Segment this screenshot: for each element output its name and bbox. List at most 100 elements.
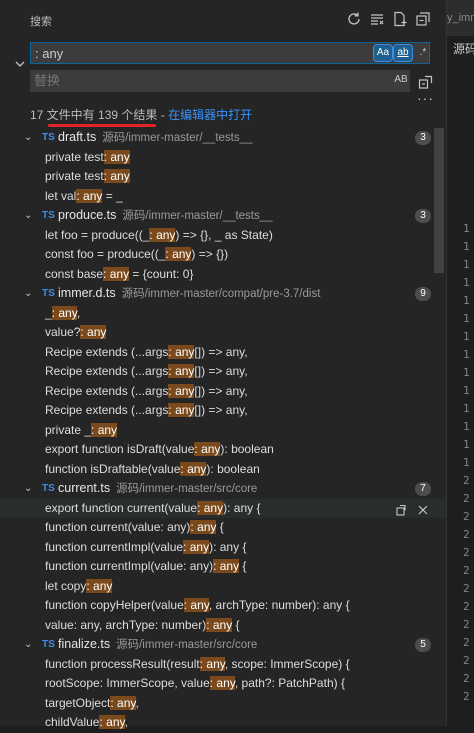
match-row[interactable]: const base: any = {count: 0} bbox=[0, 265, 446, 285]
file-row[interactable]: ⌄ TS immer.d.ts 源码/immer-master/compat/pre-… bbox=[0, 284, 446, 304]
match-row[interactable]: Recipe extends (...args: any[]) => any, bbox=[0, 401, 446, 421]
collapse-all-icon[interactable] bbox=[415, 11, 431, 27]
line-number: 2 bbox=[463, 528, 470, 541]
match-after: { bbox=[232, 617, 240, 632]
match-after: { bbox=[216, 520, 224, 534]
line-number: 2 bbox=[463, 510, 470, 523]
match-row[interactable]: Recipe extends (...args: any[]) => any, bbox=[0, 362, 446, 382]
line-number: 1 bbox=[463, 366, 470, 379]
match-text: function copyHelper(value: any, archType… bbox=[45, 596, 350, 616]
match-row[interactable]: _: any, bbox=[0, 304, 446, 324]
match-row[interactable]: function currentImpl(value: any): any { bbox=[0, 557, 446, 577]
match-row[interactable]: function current(value: any): any { bbox=[0, 518, 446, 538]
line-number: 1 bbox=[463, 330, 470, 343]
match-before: let foo = produce((_ bbox=[45, 227, 150, 242]
line-number: 2 bbox=[463, 690, 470, 703]
match-text: let foo = produce((_: any) => {}, _ as S… bbox=[45, 226, 273, 246]
match-before: private _ bbox=[45, 422, 92, 437]
match-before: function current(value: any) bbox=[45, 520, 191, 534]
match-row[interactable]: private _: any bbox=[0, 421, 446, 441]
chevron-down-icon[interactable]: ⌄ bbox=[24, 284, 32, 304]
match-case-toggle[interactable]: Aa bbox=[373, 44, 393, 62]
match-row[interactable]: targetObject: any, bbox=[0, 694, 446, 714]
match-whole-word-toggle[interactable]: ab bbox=[393, 44, 413, 62]
new-search-editor-icon[interactable] bbox=[392, 11, 408, 27]
match-text: private test: any bbox=[45, 167, 130, 187]
typescript-file-icon: TS bbox=[42, 210, 55, 221]
more-options-icon[interactable]: ··· bbox=[417, 90, 434, 106]
file-row[interactable]: ⌄ TS produce.ts 源码/immer-master/__tests__ 3 bbox=[0, 206, 446, 226]
match-before: childValue bbox=[45, 715, 100, 729]
match-highlight: : any bbox=[165, 247, 192, 261]
match-text: function processResult(result: any, scop… bbox=[45, 655, 350, 675]
match-after: ): boolean bbox=[220, 442, 274, 456]
match-before: _ bbox=[45, 305, 52, 320]
file-row[interactable]: ⌄ TS finalize.ts 源码/immer-master/src/core 5 bbox=[0, 635, 446, 655]
file-row[interactable]: ⌄ TS current.ts 源码/immer-master/src/core 7 bbox=[0, 479, 446, 499]
match-before: let copy bbox=[45, 578, 87, 593]
editor-breadcrumb[interactable]: 源码 bbox=[453, 40, 474, 57]
match-row[interactable]: export function current(value: any): any… bbox=[0, 498, 446, 518]
match-row[interactable]: childValue: any, bbox=[0, 713, 446, 733]
results-scrollbar[interactable] bbox=[434, 128, 444, 273]
match-row[interactable]: value: any, archType: number): any { bbox=[0, 616, 446, 636]
match-row[interactable]: const foo = produce((_: any) => {}) bbox=[0, 245, 446, 265]
search-input[interactable] bbox=[35, 43, 365, 63]
file-name: finalize.ts 源码/immer-master/src/core bbox=[58, 637, 258, 651]
match-row[interactable]: Recipe extends (...args: any[]) => any, bbox=[0, 382, 446, 402]
line-number: 2 bbox=[463, 546, 470, 559]
line-number: 1 bbox=[463, 384, 470, 397]
match-text: Recipe extends (...args: any[]) => any, bbox=[45, 343, 248, 363]
match-row[interactable]: rootScope: ImmerScope, value: any, path?… bbox=[0, 674, 446, 694]
file-row[interactable]: ⌄ TS draft.ts 源码/immer-master/__tests__ 3 bbox=[0, 128, 446, 148]
match-before: let val bbox=[45, 188, 77, 203]
match-row[interactable]: let foo = produce((_: any) => {}, _ as S… bbox=[0, 226, 446, 246]
match-text: value: any, archType: number): any { bbox=[45, 616, 240, 636]
refresh-icon[interactable] bbox=[346, 11, 362, 27]
match-highlight: : any bbox=[168, 364, 195, 378]
use-regex-toggle[interactable]: .* bbox=[414, 45, 432, 61]
match-text: value?: any bbox=[45, 323, 107, 343]
match-before: Recipe extends (...args bbox=[45, 344, 169, 359]
match-text: rootScope: ImmerScope, value: any, path?… bbox=[45, 674, 345, 694]
replace-input[interactable] bbox=[34, 70, 364, 90]
match-after: ): any { bbox=[209, 539, 247, 554]
match-highlight: : any bbox=[209, 676, 235, 690]
match-row[interactable]: export function isDraft(value: any): boo… bbox=[0, 440, 446, 460]
match-row[interactable]: let copy: any bbox=[0, 577, 446, 597]
line-number: 1 bbox=[463, 402, 470, 415]
toggle-replace-chevron-icon[interactable] bbox=[14, 58, 26, 70]
match-row[interactable]: let val: any = _ bbox=[0, 187, 446, 207]
chevron-down-icon[interactable]: ⌄ bbox=[24, 479, 32, 499]
match-highlight: : any bbox=[103, 266, 130, 281]
match-row[interactable]: private test: any bbox=[0, 167, 446, 187]
chevron-down-icon[interactable]: ⌄ bbox=[24, 206, 32, 226]
clear-results-icon[interactable] bbox=[369, 11, 385, 27]
match-row[interactable]: function processResult(result: any, scop… bbox=[0, 655, 446, 675]
match-before: export function isDraft(value bbox=[45, 442, 195, 456]
replace-all-icon[interactable] bbox=[418, 74, 434, 90]
chevron-down-icon[interactable]: ⌄ bbox=[24, 635, 32, 655]
chevron-down-icon[interactable]: ⌄ bbox=[24, 128, 32, 148]
match-row[interactable]: Recipe extends (...args: any[]) => any, bbox=[0, 343, 446, 363]
open-in-editor-link[interactable]: 在编辑器中打开 bbox=[168, 108, 252, 122]
summary-prefix: 17 文件中有 bbox=[30, 108, 99, 122]
editor-tab[interactable]: y_imm bbox=[447, 0, 474, 36]
match-row[interactable]: function copyHelper(value: any, archType… bbox=[0, 596, 446, 616]
dismiss-icon[interactable] bbox=[417, 503, 429, 515]
file-path: 源码/immer-master/__tests__ bbox=[102, 132, 253, 144]
match-highlight: : any bbox=[194, 442, 221, 456]
match-text: _: any, bbox=[45, 304, 80, 324]
replace-icon[interactable] bbox=[395, 503, 407, 516]
match-text: const base: any = {count: 0} bbox=[45, 265, 193, 285]
preserve-case-toggle[interactable]: AB bbox=[392, 72, 410, 88]
line-number: 2 bbox=[463, 564, 470, 577]
match-row[interactable]: value?: any bbox=[0, 323, 446, 343]
line-number: 1 bbox=[463, 348, 470, 361]
match-text: function isDraftable(value: any): boolea… bbox=[45, 460, 260, 480]
match-row[interactable]: private test: any bbox=[0, 148, 446, 168]
line-number: 1 bbox=[463, 222, 470, 235]
match-row[interactable]: function isDraftable(value: any): boolea… bbox=[0, 460, 446, 480]
match-row[interactable]: function currentImpl(value: any): any { bbox=[0, 538, 446, 558]
typescript-file-icon: TS bbox=[42, 132, 55, 143]
